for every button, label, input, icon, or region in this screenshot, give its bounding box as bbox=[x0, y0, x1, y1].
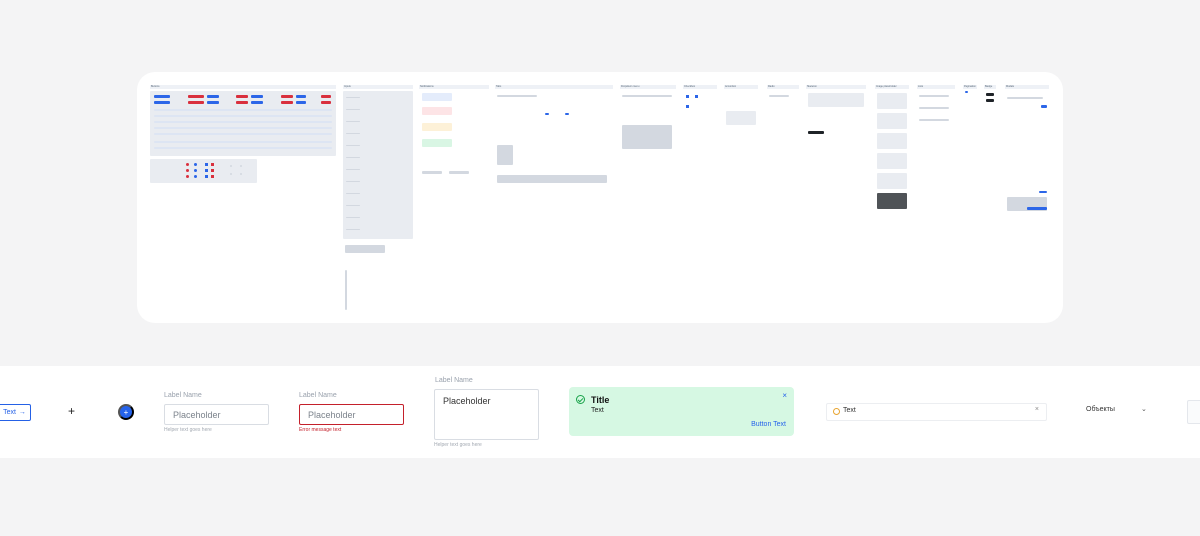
plus-icon[interactable]: + bbox=[68, 404, 75, 418]
panel-title: Dropdown menu bbox=[621, 85, 640, 88]
pagination-panel: Pagination bbox=[963, 85, 977, 95]
chip-input[interactable]: Text × bbox=[826, 403, 1047, 421]
panel-title: Buttons bbox=[151, 85, 160, 88]
lists-panel: Lists bbox=[917, 85, 955, 135]
skeleton-panel: Skeleton bbox=[806, 85, 866, 135]
inputs-panel: Inputs bbox=[343, 85, 413, 310]
input-helper-text: Helper text goes here bbox=[164, 427, 212, 433]
accordion-panel: Accordion bbox=[724, 85, 758, 127]
image-placeholder-panel: Image placeholder bbox=[875, 85, 909, 211]
textarea-label: Label Name bbox=[435, 377, 473, 384]
checkbox-panel: Checkbox bbox=[683, 85, 717, 117]
panel-title: Badge bbox=[985, 85, 993, 88]
panel-title: Lists bbox=[918, 85, 924, 88]
add-fab-button[interactable]: + bbox=[118, 404, 134, 420]
radio-panel: Radio bbox=[767, 85, 799, 115]
panel-title: Radio bbox=[768, 85, 775, 88]
outline-text-button[interactable]: Text → bbox=[0, 404, 31, 421]
textarea-helper-text: Helper text goes here bbox=[434, 442, 482, 448]
design-system-overview: Buttons Inputs Notifications Tabs Dropdo… bbox=[137, 72, 1063, 323]
toast-action-button[interactable]: Button Text bbox=[751, 421, 786, 428]
panel-title: Accordion bbox=[725, 85, 737, 88]
error-input-label: Label Name bbox=[299, 392, 337, 399]
select-value[interactable]: Объекты bbox=[1086, 406, 1115, 413]
textarea[interactable]: Placeholder bbox=[434, 389, 539, 440]
error-message: Error message text bbox=[299, 427, 342, 433]
buttons-panel: Buttons bbox=[150, 85, 336, 305]
toast-text: Text bbox=[591, 407, 604, 414]
modals-panel: Modals bbox=[1005, 85, 1049, 215]
panel-title: Checkbox bbox=[684, 85, 696, 88]
panel-title: Inputs bbox=[344, 85, 351, 88]
panel-title: Skeleton bbox=[807, 85, 817, 88]
check-circle-icon bbox=[576, 395, 585, 404]
panel-title: Image placeholder bbox=[876, 85, 897, 88]
close-icon[interactable]: × bbox=[782, 391, 787, 400]
input-placeholder: Placeholder bbox=[173, 409, 221, 420]
input-placeholder: Placeholder bbox=[308, 409, 356, 420]
button-label: Text bbox=[3, 409, 16, 416]
notifications-panel: Notifications bbox=[419, 85, 489, 205]
toast-title: Title bbox=[591, 395, 610, 405]
panel-title: Tabs bbox=[496, 85, 502, 88]
warning-circle-icon bbox=[833, 408, 840, 415]
close-icon[interactable]: × bbox=[1035, 406, 1039, 413]
panel-title: Pagination bbox=[964, 85, 976, 88]
success-toast: Title Text × Button Text bbox=[569, 387, 794, 436]
chip-text: Text bbox=[843, 407, 856, 414]
panel-title: Modals bbox=[1006, 85, 1015, 88]
plus-icon: + bbox=[123, 407, 129, 417]
arrow-right-icon: → bbox=[18, 409, 26, 416]
input-label: Label Name bbox=[164, 392, 202, 399]
cut-off-component bbox=[1187, 400, 1200, 424]
panel-title: Notifications bbox=[420, 85, 434, 88]
chevron-down-icon[interactable]: ⌄ bbox=[1141, 405, 1147, 413]
dropdown-panel: Dropdown menu bbox=[620, 85, 676, 155]
text-input[interactable]: Placeholder bbox=[164, 404, 269, 425]
error-input[interactable]: Placeholder bbox=[299, 404, 404, 425]
tabs-panel: Tabs bbox=[495, 85, 613, 195]
textarea-placeholder: Placeholder bbox=[443, 396, 491, 406]
badge-panel: Badge bbox=[984, 85, 996, 107]
